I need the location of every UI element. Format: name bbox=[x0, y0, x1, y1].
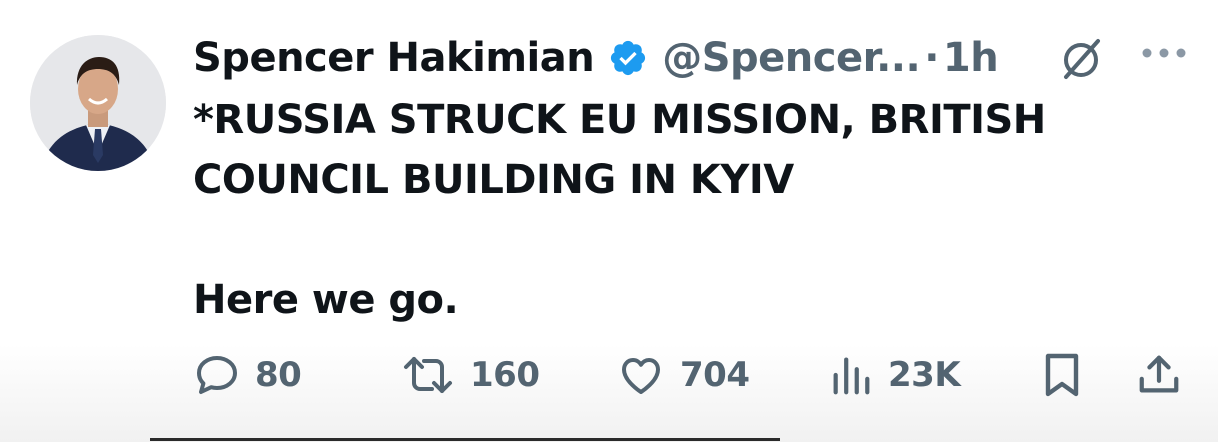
like-button[interactable]: 704 bbox=[616, 345, 750, 405]
tweet-actions: 80 160 704 23K bbox=[0, 345, 1218, 405]
separator-dot: · bbox=[924, 35, 939, 81]
avatar-image bbox=[30, 35, 166, 171]
more-icon[interactable] bbox=[1140, 46, 1188, 60]
divider bbox=[150, 438, 780, 441]
views-icon bbox=[833, 357, 870, 395]
heart-icon bbox=[622, 358, 660, 394]
views-count: 23K bbox=[888, 355, 961, 395]
tweet-text-line: Here we go. bbox=[193, 277, 459, 323]
repost-count: 160 bbox=[470, 355, 540, 395]
verified-badge-icon bbox=[608, 38, 648, 78]
reply-button[interactable]: 80 bbox=[193, 345, 302, 405]
repost-icon bbox=[404, 357, 452, 393]
bookmark-button[interactable] bbox=[1040, 345, 1084, 405]
tweet-text-line: *RUSSIA STRUCK EU MISSION, BRITISH bbox=[193, 97, 1046, 143]
reply-count: 80 bbox=[255, 355, 302, 395]
views-button[interactable]: 23K bbox=[828, 345, 961, 405]
bookmark-icon bbox=[1045, 353, 1079, 397]
author-name[interactable]: Spencer Hakimian bbox=[193, 35, 595, 81]
repost-button[interactable]: 160 bbox=[400, 345, 540, 405]
tweet-text: *RUSSIA STRUCK EU MISSION, BRITISH COUNC… bbox=[193, 90, 1193, 330]
tweet-card[interactable]: Spencer Hakimian @Spencer... · 1h *RUSSI… bbox=[0, 0, 1218, 442]
avatar[interactable] bbox=[30, 35, 166, 171]
author-handle[interactable]: @Spencer... bbox=[662, 35, 921, 81]
share-icon bbox=[1139, 355, 1179, 393]
reply-icon bbox=[197, 356, 237, 394]
tweet-header: Spencer Hakimian @Spencer... · 1h bbox=[193, 28, 999, 88]
share-button[interactable] bbox=[1136, 345, 1182, 405]
grok-icon[interactable] bbox=[1056, 35, 1106, 81]
like-count: 704 bbox=[680, 355, 750, 395]
tweet-timestamp[interactable]: 1h bbox=[943, 35, 999, 81]
tweet-text-line: COUNCIL BUILDING IN KYIV bbox=[193, 157, 794, 203]
